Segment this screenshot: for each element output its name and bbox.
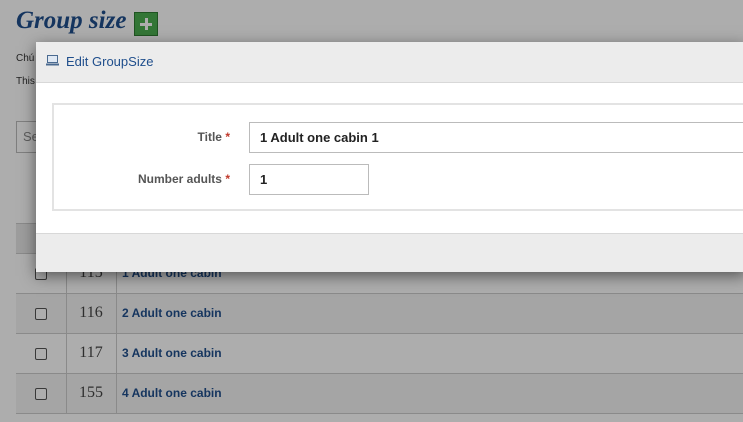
dialog-footer	[36, 233, 743, 272]
title-input[interactable]: 1 Adult one cabin 1	[249, 122, 743, 153]
number-adults-label-text: Number adults	[137, 172, 222, 186]
edit-form: Title * 1 Adult one cabin 1 Number adult…	[52, 103, 743, 211]
number-adults-label: Number adults *	[60, 172, 230, 186]
required-mark: *	[225, 130, 230, 144]
dialog-header: Edit GroupSize	[36, 42, 743, 83]
title-label: Title *	[60, 130, 230, 144]
computer-icon	[46, 55, 59, 66]
edit-group-size-dialog: Edit GroupSize Title * 1 Adult one cabin…	[36, 42, 743, 272]
title-label-text: Title	[197, 130, 222, 144]
number-adults-input[interactable]: 1	[249, 164, 369, 195]
dialog-title: Edit GroupSize	[66, 54, 154, 69]
required-mark: *	[225, 172, 230, 186]
